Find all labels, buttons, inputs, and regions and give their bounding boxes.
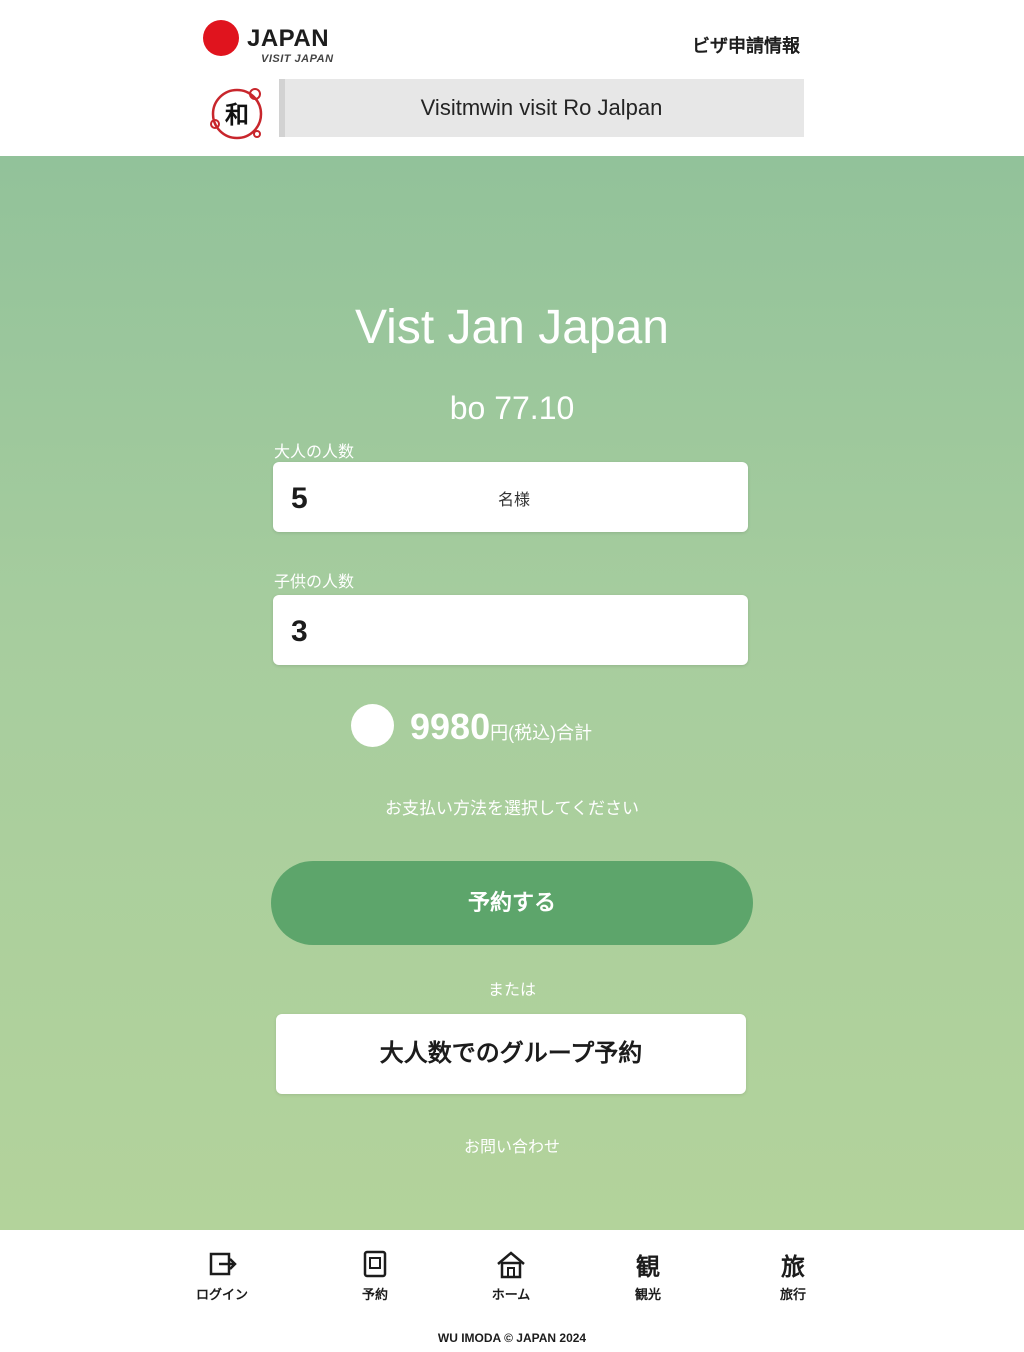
kanji-icon: 観 [636,1253,660,1281]
children-value: 3 [291,615,308,648]
nav-label-booking: 予約 [361,1287,388,1302]
nav-item-sightseeing[interactable]: 観 観光 [598,1248,698,1303]
booking-panel: Vist Jan Japan bo 77.10 大人の人数 5 名様 子供の人数… [0,156,1024,1230]
nav-label-home: ホーム [491,1287,531,1302]
logo-subtext: VISIT JAPAN [261,53,334,65]
login-icon [209,1252,237,1276]
contact-link[interactable]: お問い合わせ [0,1133,1024,1157]
group-booking-button[interactable]: 大人数でのグループ予約 [276,1014,746,1094]
nav-item-travel[interactable]: 旅 旅行 [743,1248,843,1303]
payment-note: お支払い方法を選択してください [385,799,639,818]
japan-flag-dot [203,20,239,56]
nav-glyph-travel: 旅 [781,1253,805,1281]
copyright-text: WU IMODA © JAPAN 2024 [437,1331,587,1345]
document-icon [363,1250,387,1278]
nav-glyph-sightseeing: 観 [636,1253,660,1281]
nav-label-sightseeing: 観光 [634,1287,661,1302]
children-input[interactable]: 3 [273,595,748,665]
adults-input[interactable]: 5 名様 [273,462,748,532]
nav-label-travel: 旅行 [779,1287,806,1302]
header: JAPAN VISIT JAPAN ビザ申請情報 和 Visitmwin vis… [0,0,1024,156]
children-label: 子供の人数 [274,574,355,591]
nav-label-login: ログイン [195,1287,248,1302]
kanji-icon: 旅 [781,1253,805,1281]
total-unit: 円(税込)合計 [490,723,593,743]
logo[interactable]: JAPAN VISIT JAPAN [203,20,343,66]
seal-glyph: 和 [225,101,249,129]
logo-text: JAPAN [247,25,330,52]
nav-item-login[interactable]: ログイン [172,1248,272,1303]
adults-value: 5 [291,482,308,515]
page-title: Vist Jan Japan [355,301,669,354]
total-price: 9980円(税込)合計 [410,706,592,748]
page-subtitle: bo 77.10 [449,390,575,426]
bottom-nav: ログイン 予約 ホーム 観 観光 旅 旅行 WU IMODA © JAPAN 2… [0,1230,1024,1352]
or-divider: または [487,982,536,999]
adults-label: 大人の人数 [274,444,355,461]
adults-unit: 名様 [498,492,531,509]
visa-info-link[interactable]: ビザ申請情報 [692,32,800,58]
banner-text: Visitmwin visit Ro Jalpan [420,95,663,120]
nav-item-booking[interactable]: 予約 [325,1248,425,1303]
nav-item-home[interactable]: ホーム [461,1248,561,1303]
total-radio[interactable] [351,704,394,747]
total-amount: 9980 [410,706,491,747]
welcome-banner: Visitmwin visit Ro Jalpan [279,79,804,137]
seal-icon: 和 [210,88,263,140]
book-button[interactable]: 予約する [271,861,753,945]
home-icon [497,1251,525,1279]
